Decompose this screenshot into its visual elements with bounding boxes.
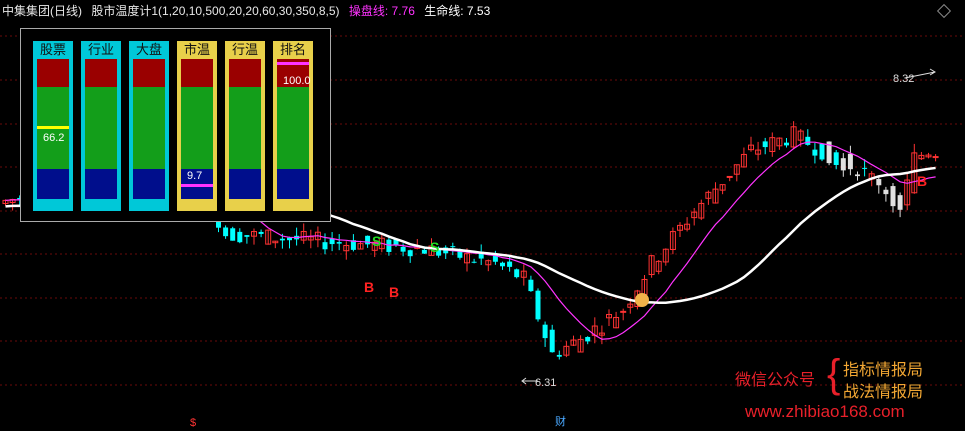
thermo-segment: [277, 87, 309, 169]
thermo-segment: [133, 59, 165, 87]
indicator-name[interactable]: 股市温度计1(1,20,10,500,20,20,60,30,350,8,5): [91, 4, 339, 18]
moneybag-icon: [635, 293, 649, 307]
thermo-column: 大盘: [129, 41, 169, 211]
trading-line-label: 操盘线: 7.76: [348, 4, 415, 18]
watermark-line2: 战法情报局: [843, 384, 924, 401]
candle-body: [322, 242, 328, 250]
candle-body: [762, 141, 768, 148]
thermo-column-label: 排名: [279, 42, 306, 57]
candle-body: [932, 156, 939, 159]
wechat-label: 微信公众号: [735, 372, 816, 389]
thermo-marker: [181, 183, 213, 187]
candle-body: [784, 142, 789, 146]
bottom-mark-finance: 财: [555, 416, 566, 428]
bottom-mark-dollar: $: [190, 417, 197, 429]
signal-b: B: [389, 284, 399, 300]
thermo-segment: [277, 169, 309, 199]
thermo-column-label: 市温: [183, 42, 210, 57]
brace: {: [827, 352, 841, 396]
candle-body: [726, 175, 733, 178]
signal-s: S: [372, 233, 381, 249]
candle-body: [840, 158, 846, 171]
thermo-segment: [229, 169, 261, 199]
thermo-column: 股票 66.2: [33, 41, 73, 211]
thermo-marker: [37, 126, 69, 130]
thermo-segment: [133, 169, 165, 199]
thermo-segment: [229, 87, 261, 169]
candle-body: [400, 246, 406, 252]
signal-b: B: [917, 173, 927, 189]
candle-body: [876, 178, 882, 186]
candle-body: [585, 337, 591, 342]
candle-body: [819, 143, 825, 160]
candle-body: [500, 262, 505, 267]
signal-s: S: [430, 239, 439, 255]
candle-body: [528, 279, 534, 292]
thermo-segment: [181, 87, 213, 169]
thermo-segment: [37, 59, 69, 87]
candle-body: [833, 152, 839, 165]
signal-b: B: [364, 279, 374, 295]
thermo-value: 9.7: [187, 169, 203, 182]
candle-body: [258, 231, 264, 234]
life-line-label: 生命线: 7.53: [424, 4, 491, 18]
candle-body: [450, 246, 456, 248]
thermo-column: 行温: [225, 41, 265, 211]
candle-body: [279, 238, 285, 241]
candle-body: [230, 228, 236, 241]
candle-body: [620, 310, 627, 313]
thermo-segment: [37, 169, 69, 199]
thermo-column: 排名 100.0: [273, 41, 313, 211]
thermo-column-label: 大盘: [135, 42, 162, 57]
watermark-url: www.zhibiao168.com: [745, 402, 905, 421]
candle-body: [549, 329, 555, 353]
thermo-segment: [85, 87, 117, 169]
watermark: 微信公众号 { 指标情报局 战法情报局 www.zhibiao168.com: [735, 354, 955, 426]
candle-body: [855, 174, 860, 177]
candle-body: [535, 290, 541, 320]
candle-body: [421, 249, 427, 254]
thermo-segment: [229, 59, 261, 87]
candle-body: [890, 186, 896, 207]
candle-body: [542, 324, 548, 339]
candle-body: [471, 261, 477, 263]
candle-body: [407, 250, 413, 257]
candle-body: [883, 189, 889, 195]
candle-body: [507, 261, 513, 267]
thermo-segment: [181, 59, 213, 87]
watermark-line1: 指标情报局: [843, 362, 924, 379]
title-bar: 中集集团(日线) 股市温度计1(1,20,10,500,20,20,60,30,…: [0, 0, 965, 22]
thermo-marker: [277, 61, 309, 65]
high-price-label: 8.32: [893, 73, 915, 85]
thermo-value: 66.2: [43, 132, 65, 145]
thermo-segment: [85, 169, 117, 199]
stock-name[interactable]: 中集集团(日线): [2, 4, 82, 18]
thermo-column-label: 股票: [39, 42, 66, 57]
thermo-column: 市温 9.7: [177, 41, 217, 211]
candle-body: [556, 354, 562, 357]
candle-body: [862, 167, 868, 169]
candle-body: [847, 153, 853, 170]
candle-body: [237, 231, 243, 243]
thermo-column: 行业: [81, 41, 121, 211]
candle-body: [514, 269, 520, 278]
candle-body: [244, 235, 250, 237]
signals: S SB BB: [364, 68, 936, 385]
candle-body: [805, 136, 811, 145]
candle-body: [812, 149, 818, 156]
thermo-column-label: 行温: [231, 42, 258, 57]
thermometer-panel: 股票 66.2 行业 大盘 市温 9.7 行温 排名 100.0: [20, 28, 331, 222]
thermo-column-label: 行业: [87, 42, 114, 57]
thermo-value: 100.0: [283, 75, 311, 87]
candle-body: [897, 195, 903, 210]
thermo-segment: [85, 59, 117, 87]
candle-body: [287, 237, 292, 241]
candle-body: [329, 238, 335, 245]
low-price-label: 6.31: [535, 377, 557, 389]
candle-body: [365, 235, 371, 245]
thermo-segment: [133, 87, 165, 169]
candle-body: [336, 242, 342, 244]
candle-body: [223, 227, 229, 237]
